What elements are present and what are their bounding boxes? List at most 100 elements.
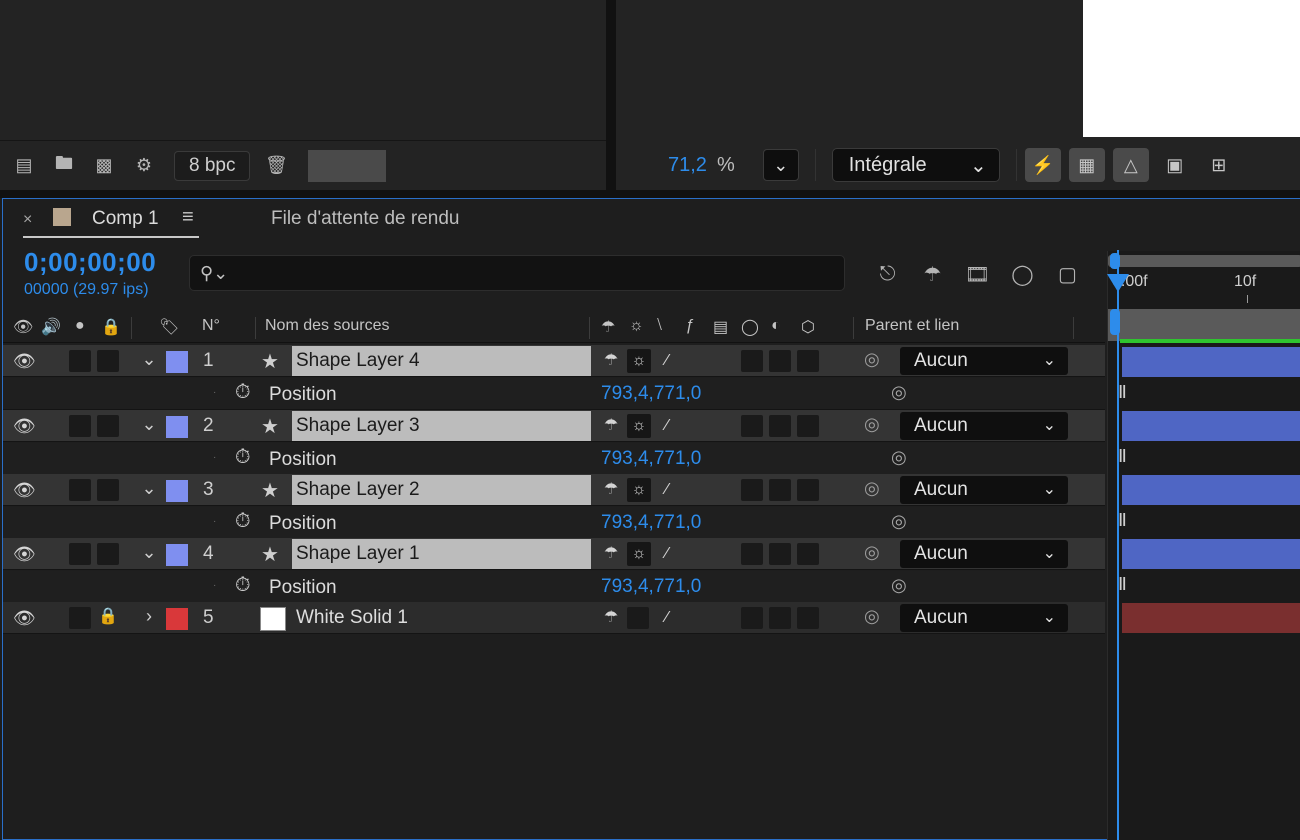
grid-guides-icon[interactable]: ⊞ — [1201, 148, 1237, 182]
pick-whip-icon[interactable]: ◎ — [891, 575, 907, 596]
resolution-dropdown[interactable]: Intégrale ⌄ — [831, 148, 1000, 182]
pick-whip-icon[interactable]: ◎ — [891, 511, 907, 532]
layer-bar[interactable] — [1122, 411, 1300, 441]
lock-icon[interactable]: 🔒 — [97, 606, 119, 628]
adjustment-toggle[interactable] — [769, 479, 791, 501]
property-value[interactable]: 793,4,771,0 — [601, 383, 701, 405]
adjustment-toggle[interactable] — [769, 415, 791, 437]
layer-name[interactable]: Shape Layer 4 — [292, 346, 591, 376]
solo-toggle[interactable] — [69, 543, 91, 565]
collapse-icon[interactable]: ☼ — [627, 542, 651, 566]
interpret-footage-icon[interactable]: ▤ — [6, 151, 42, 181]
shy-icon[interactable]: ☂ — [599, 349, 623, 373]
quality-icon[interactable]: ∕ — [655, 349, 679, 373]
keyframe-ibeam-icon[interactable]: Ⅱ — [1118, 382, 1127, 403]
shy-icon[interactable]: ☂ — [599, 414, 623, 438]
layer-bar[interactable] — [1122, 475, 1300, 505]
mask-visibility-icon[interactable]: △ — [1112, 148, 1149, 182]
parent-dropdown[interactable]: Aucun ⌄ — [900, 476, 1068, 504]
lock-switch-icon[interactable]: 🔒 — [101, 317, 121, 337]
adjustment-layer-switch-icon[interactable]: ◐ — [771, 317, 781, 335]
new-composition-icon[interactable]: ▩ — [86, 151, 122, 181]
quality-icon[interactable]: ∕ — [655, 414, 679, 438]
panel-divider[interactable] — [0, 190, 1300, 198]
label-color[interactable] — [166, 608, 188, 630]
time-ruler[interactable]: 0:00f 10f — [1108, 269, 1300, 309]
tab-render-queue[interactable]: File d'attente de rendu — [271, 208, 459, 230]
effects-switch-icon[interactable]: ƒ — [685, 317, 694, 335]
source-name-header[interactable]: Nom des sources — [265, 317, 390, 335]
parent-link-header[interactable]: Parent et lien — [865, 317, 959, 335]
motion-blur-icon[interactable]: ◯ — [1000, 259, 1045, 289]
property-value[interactable]: 793,4,771,0 — [601, 512, 701, 534]
solo-toggle[interactable] — [69, 607, 91, 629]
parent-dropdown[interactable]: Aucun ⌄ — [900, 604, 1068, 632]
audio-switch-icon[interactable]: 🔊 — [41, 317, 61, 337]
frame-blending-icon[interactable]: 🎞 — [955, 259, 1000, 289]
property-value[interactable]: 793,4,771,0 — [601, 576, 701, 598]
3d-toggle[interactable] — [797, 607, 819, 629]
lock-toggle[interactable] — [97, 479, 119, 501]
parent-dropdown[interactable]: Aucun ⌄ — [900, 347, 1068, 375]
layer-row[interactable]: 👁 ⌄ 1 ★ Shape Layer 4 ☂ ☼ ∕ ◎ Aucun ⌄ — [3, 345, 1105, 377]
frame-blend-switch-icon[interactable]: ▤ — [713, 317, 728, 337]
chevron-down-icon[interactable]: ⌄ — [139, 478, 159, 499]
layer-name[interactable]: Shape Layer 1 — [292, 539, 591, 569]
close-icon[interactable]: × — [23, 211, 32, 229]
label-color[interactable] — [166, 544, 188, 566]
panel-menu-icon[interactable]: ≡ — [182, 206, 194, 229]
motion-blur-toggle[interactable] — [741, 607, 763, 629]
label-column-icon[interactable]: 🏷 — [159, 317, 179, 337]
eye-icon[interactable]: 👁 — [13, 543, 36, 565]
project-settings-icon[interactable]: ⚙ — [126, 151, 162, 181]
quality-icon[interactable]: ∕ — [655, 478, 679, 502]
composition-flowchart-icon[interactable]: ⎋ — [865, 259, 910, 289]
search-icon[interactable]: ⚲⌄ — [200, 263, 228, 284]
search-input[interactable] — [236, 264, 837, 282]
eye-icon[interactable]: 👁 — [13, 350, 36, 372]
chevron-right-icon[interactable]: › — [139, 606, 159, 627]
label-color[interactable] — [166, 416, 188, 438]
layer-bar[interactable] — [1122, 347, 1300, 377]
adjustment-toggle[interactable] — [769, 543, 791, 565]
layer-row[interactable]: 👁 ⌄ 2 ★ Shape Layer 3 ☂ ☼ ∕ ◎ Aucun ⌄ — [3, 410, 1105, 442]
stopwatch-icon[interactable]: ⏱ — [235, 574, 251, 597]
stopwatch-icon[interactable]: ⏱ — [235, 381, 251, 404]
shy-icon[interactable]: ☂ — [599, 542, 623, 566]
layer-row[interactable]: 👁 🔒 › 5 White Solid 1 ☂ ∕ ◎ Aucun ⌄ — [3, 602, 1105, 634]
solo-toggle[interactable] — [69, 350, 91, 372]
layer-bar[interactable] — [1122, 539, 1300, 569]
solo-toggle[interactable] — [69, 479, 91, 501]
shy-switch-icon[interactable]: ☂ — [601, 317, 615, 337]
chevron-down-icon[interactable]: ⌄ — [139, 414, 159, 435]
pick-whip-icon[interactable]: ◎ — [864, 478, 880, 499]
solo-toggle[interactable] — [69, 415, 91, 437]
transparency-grid-icon[interactable]: ▦ — [1068, 148, 1105, 182]
label-color[interactable] — [166, 351, 188, 373]
region-of-interest-icon[interactable]: ▣ — [1157, 148, 1193, 182]
quality-icon[interactable]: ∕ — [655, 542, 679, 566]
playhead-handle[interactable] — [1107, 274, 1129, 292]
zoom-dropdown[interactable]: ⌄ — [762, 149, 799, 181]
time-navigator[interactable] — [1108, 255, 1300, 267]
keyframe-ibeam-icon[interactable]: Ⅱ — [1118, 446, 1127, 467]
3d-toggle[interactable] — [797, 350, 819, 372]
motion-blur-toggle[interactable] — [741, 415, 763, 437]
layer-number-header[interactable]: N° — [202, 317, 220, 335]
pick-whip-icon[interactable]: ◎ — [864, 542, 880, 563]
keyframe-ibeam-icon[interactable]: Ⅱ — [1118, 510, 1127, 531]
stopwatch-icon[interactable]: ⏱ — [235, 446, 251, 469]
collapse-icon[interactable]: ☼ — [627, 414, 651, 438]
panel-divider[interactable] — [606, 0, 616, 190]
eye-icon[interactable]: 👁 — [13, 479, 36, 501]
property-value[interactable]: 793,4,771,0 — [601, 448, 701, 470]
new-folder-icon[interactable]: 🖿 — [46, 151, 82, 181]
layer-bar[interactable] — [1122, 603, 1300, 633]
keyframe-ibeam-icon[interactable]: Ⅱ — [1118, 574, 1127, 595]
layer-name[interactable]: Shape Layer 3 — [292, 411, 591, 441]
shy-icon[interactable]: ☂ — [599, 606, 623, 630]
trash-icon[interactable]: 🗑 — [258, 151, 294, 181]
lock-toggle[interactable] — [97, 350, 119, 372]
eye-icon[interactable]: 👁 — [13, 415, 36, 437]
pick-whip-icon[interactable]: ◎ — [864, 606, 880, 627]
